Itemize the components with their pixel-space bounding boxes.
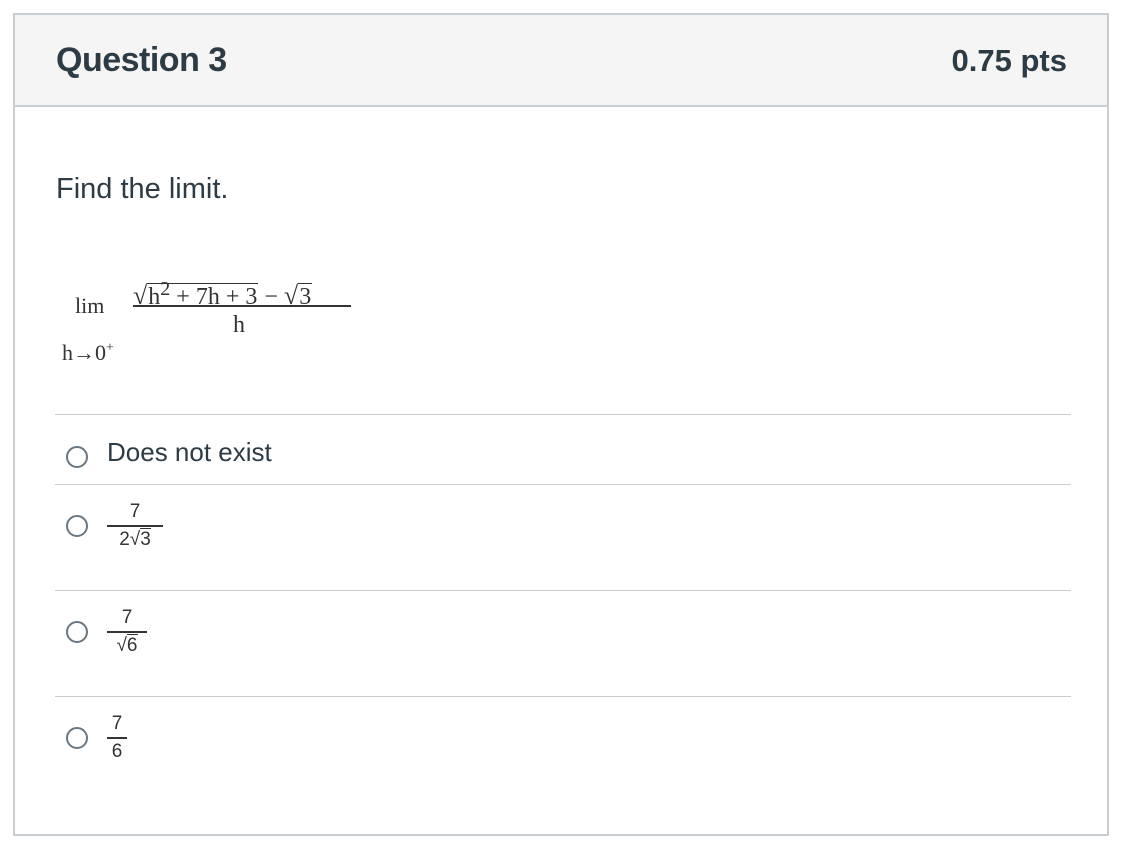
answer-option-3[interactable]: 7 √6: [55, 591, 1071, 696]
answer-label: Does not exist: [107, 437, 272, 467]
limit-label: lim: [75, 293, 105, 318]
radio-button[interactable]: [66, 621, 88, 643]
limit-fraction-bar: [133, 305, 351, 307]
question-prompt: Find the limit.: [56, 173, 229, 205]
question-header: Question 3 0.75 pts: [15, 15, 1107, 107]
radio-button[interactable]: [66, 727, 88, 749]
answer-option-4[interactable]: 7 6: [55, 697, 1071, 802]
question-title: Question 3: [56, 41, 227, 79]
answer-option-2[interactable]: 7 2√3: [55, 485, 1071, 590]
question-card: Question 3 0.75 pts Find the limit. lim …: [13, 13, 1109, 836]
radio-button[interactable]: [66, 446, 88, 468]
radio-button[interactable]: [66, 515, 88, 537]
answer-fraction: 7 2√3: [107, 501, 163, 551]
question-points: 0.75 pts: [951, 43, 1067, 78]
limit-subscript: h→0+: [62, 340, 114, 365]
answer-option-1[interactable]: Does not exist: [55, 415, 1071, 484]
limit-denominator: h: [233, 312, 245, 338]
answer-fraction: 7 6: [107, 713, 127, 763]
answer-fraction: 7 √6: [107, 607, 147, 657]
